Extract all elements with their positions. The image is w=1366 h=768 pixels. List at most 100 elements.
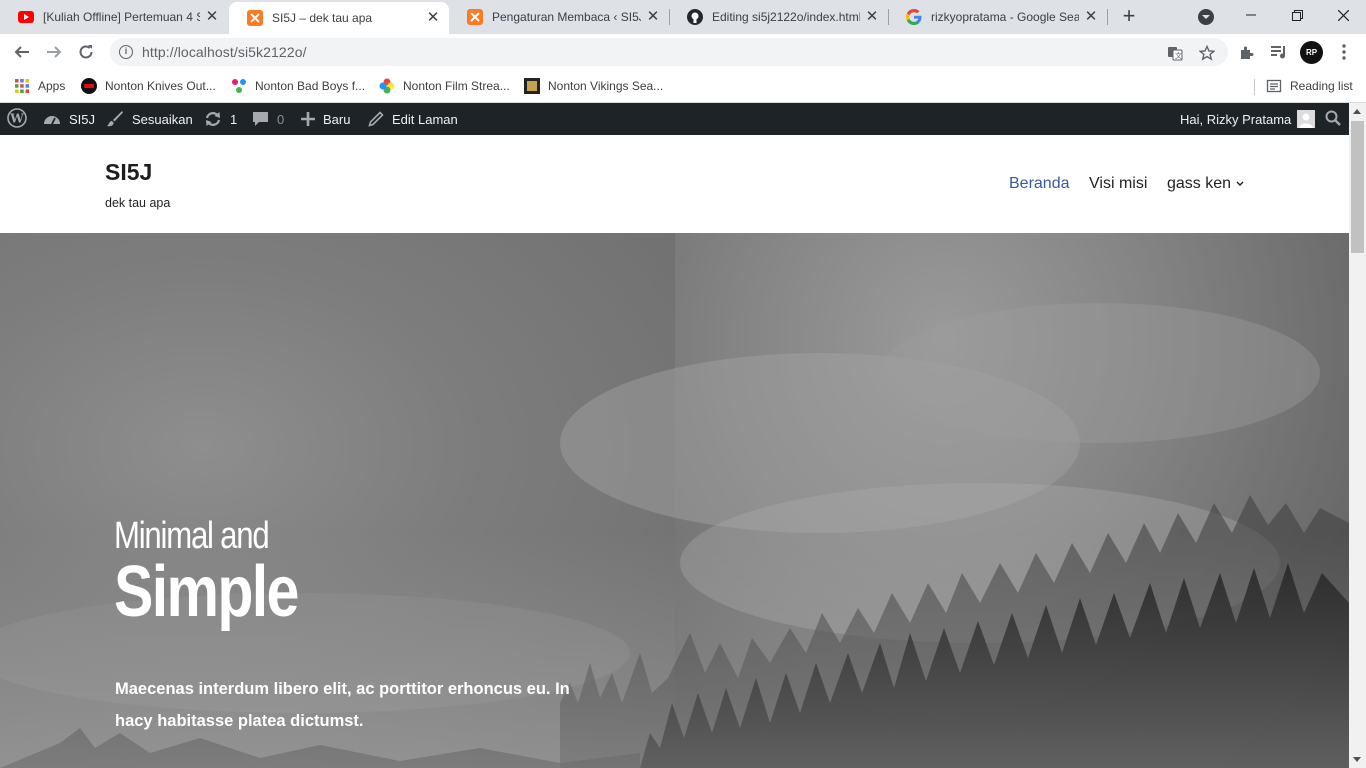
search-icon [1325, 110, 1341, 129]
site-title[interactable]: SI5J [105, 159, 152, 186]
browser-tab-1[interactable]: [Kuliah Offline] Pertemuan 4 S ✕ [0, 0, 228, 34]
bookmark-favicon-multicolor-icon [231, 78, 247, 94]
forward-button[interactable] [42, 40, 66, 64]
bookmarks-separator [1254, 79, 1255, 95]
paintbrush-icon [106, 110, 124, 128]
admin-account[interactable]: Hai, Rizky Pratama [1180, 103, 1316, 135]
bookmark-star-icon[interactable] [1198, 44, 1216, 62]
bookmark-item[interactable]: Nonton Film Strea... [379, 76, 510, 96]
menu-item-beranda[interactable]: Beranda [1009, 175, 1070, 193]
bookmark-label: Nonton Film Strea... [403, 79, 510, 93]
updates-count: 1 [230, 111, 238, 127]
browser-tab-3[interactable]: Pengaturan Membaca ‹ SI5J – ✕ [449, 0, 669, 34]
translate-icon[interactable]: 文 [1166, 44, 1184, 62]
admin-new-label: Baru [323, 111, 351, 127]
close-tab-icon[interactable]: ✕ [1083, 9, 1099, 25]
admin-comments[interactable]: 0 [252, 103, 284, 135]
xampp-icon [247, 10, 263, 26]
pencil-icon [368, 111, 384, 127]
browser-toolbar: i http://localhost/si5k2122o/ 文 RP [0, 34, 1366, 70]
profile-avatar[interactable]: RP [1300, 41, 1323, 64]
minimize-button[interactable] [1228, 0, 1274, 30]
extensions-icon[interactable] [1237, 42, 1257, 62]
plus-icon [301, 112, 315, 126]
comment-bubble-icon [252, 111, 269, 127]
chrome-menu-icon[interactable] [1334, 42, 1354, 62]
close-window-button[interactable] [1320, 0, 1366, 30]
bookmark-favicon-red-icon [81, 78, 97, 94]
tab-title: Pengaturan Membaca ‹ SI5J – [492, 10, 641, 24]
menu-item-label: gass ken [1167, 175, 1232, 192]
reading-list-button[interactable]: Reading list [1266, 76, 1353, 96]
reading-list-label: Reading list [1290, 79, 1353, 93]
admin-customize[interactable]: Sesuaikan [106, 103, 193, 135]
admin-search-button[interactable] [1325, 103, 1341, 135]
wp-admin-bar: W SI5J Sesuaikan 1 0 Baru Edit Laman Hai… [0, 103, 1366, 135]
address-bar[interactable]: i http://localhost/si5k2122o/ 文 [110, 38, 1228, 66]
site-header: SI5J dek tau apa Beranda Visi misi gass … [0, 135, 1349, 233]
tab-search-icon[interactable] [1198, 9, 1214, 25]
wordpress-logo-icon: W [7, 107, 27, 131]
reload-button[interactable] [74, 40, 98, 64]
bookmark-label: Nonton Knives Out... [105, 79, 216, 93]
admin-new[interactable]: Baru [301, 103, 350, 135]
close-tab-icon[interactable]: ✕ [864, 9, 880, 25]
scroll-up-arrow-icon[interactable] [1353, 109, 1361, 114]
menu-item-gass-ken[interactable]: gass ken [1167, 175, 1244, 193]
menu-item-visi-misi[interactable]: Visi misi [1089, 175, 1147, 193]
site-info-icon[interactable]: i [119, 45, 133, 59]
admin-updates[interactable]: 1 [204, 103, 237, 135]
bookmark-favicon-petal-icon [379, 78, 395, 94]
svg-text:W: W [9, 111, 24, 125]
bookmark-label: Nonton Bad Boys f... [255, 79, 366, 93]
admin-edit-page[interactable]: Edit Laman [368, 103, 458, 135]
restore-button[interactable] [1274, 0, 1320, 30]
hero-heading: Simple [114, 552, 299, 632]
browser-tab-5[interactable]: rizkyopratama - Google Searc ✕ [888, 0, 1107, 34]
page-scrollbar[interactable] [1349, 103, 1366, 768]
dashboard-gauge-icon [43, 111, 61, 127]
tab-title: Editing si5j2122o/index.html [712, 10, 860, 24]
admin-site-name[interactable]: SI5J [43, 103, 95, 135]
bookmark-favicon-film-icon [524, 78, 540, 94]
reading-list-icon [1266, 78, 1282, 94]
close-tab-icon[interactable]: ✕ [645, 9, 661, 25]
browser-tab-2-active[interactable]: SI5J – dek tau apa ✕ [229, 2, 449, 34]
site-description: dek tau apa [105, 196, 171, 210]
website-viewport: SI5J dek tau apa Beranda Visi misi gass … [0, 135, 1349, 768]
google-icon [906, 9, 922, 25]
back-button[interactable] [10, 40, 34, 64]
new-tab-button[interactable]: + [1118, 5, 1140, 28]
scroll-down-arrow-icon[interactable] [1353, 757, 1361, 762]
user-avatar-icon [1297, 110, 1316, 128]
youtube-icon [18, 9, 34, 25]
media-control-icon[interactable] [1269, 42, 1289, 62]
updates-refresh-icon [204, 111, 222, 127]
close-tab-icon[interactable]: ✕ [204, 9, 220, 25]
tab-title: SI5J – dek tau apa [272, 11, 373, 25]
bookmark-apps[interactable]: Apps [14, 76, 65, 96]
browser-tab-strip: [Kuliah Offline] Pertemuan 4 S ✕ SI5J – … [0, 0, 1366, 34]
apps-grid-icon [14, 78, 30, 94]
bookmarks-bar: Apps Nonton Knives Out... Nonton Bad Boy… [0, 70, 1366, 103]
tab-separator [1107, 9, 1108, 25]
admin-customize-label: Sesuaikan [132, 111, 193, 127]
comments-count: 0 [277, 111, 285, 127]
bookmark-item[interactable]: Nonton Bad Boys f... [231, 76, 365, 96]
tab-title: rizkyopratama - Google Searc [931, 10, 1079, 24]
url-text: http://localhost/si5k2122o/ [142, 44, 307, 60]
svg-text:文: 文 [1175, 51, 1182, 60]
github-icon [687, 9, 703, 25]
close-tab-icon[interactable]: ✕ [425, 10, 441, 26]
wordpress-logo-button[interactable]: W [7, 103, 27, 135]
scrollbar-thumb[interactable] [1351, 121, 1364, 253]
chevron-down-icon [1236, 181, 1244, 187]
bookmark-item[interactable]: Nonton Vikings Sea... [524, 76, 663, 96]
admin-site-label: SI5J [69, 111, 96, 127]
bookmark-item[interactable]: Nonton Knives Out... [81, 76, 216, 96]
tab-title: [Kuliah Offline] Pertemuan 4 S [43, 10, 200, 24]
admin-edit-label: Edit Laman [392, 111, 458, 127]
browser-tab-4[interactable]: Editing si5j2122o/index.html ✕ [669, 0, 888, 34]
bookmark-label: Nonton Vikings Sea... [548, 79, 664, 93]
xampp-icon [467, 9, 483, 25]
